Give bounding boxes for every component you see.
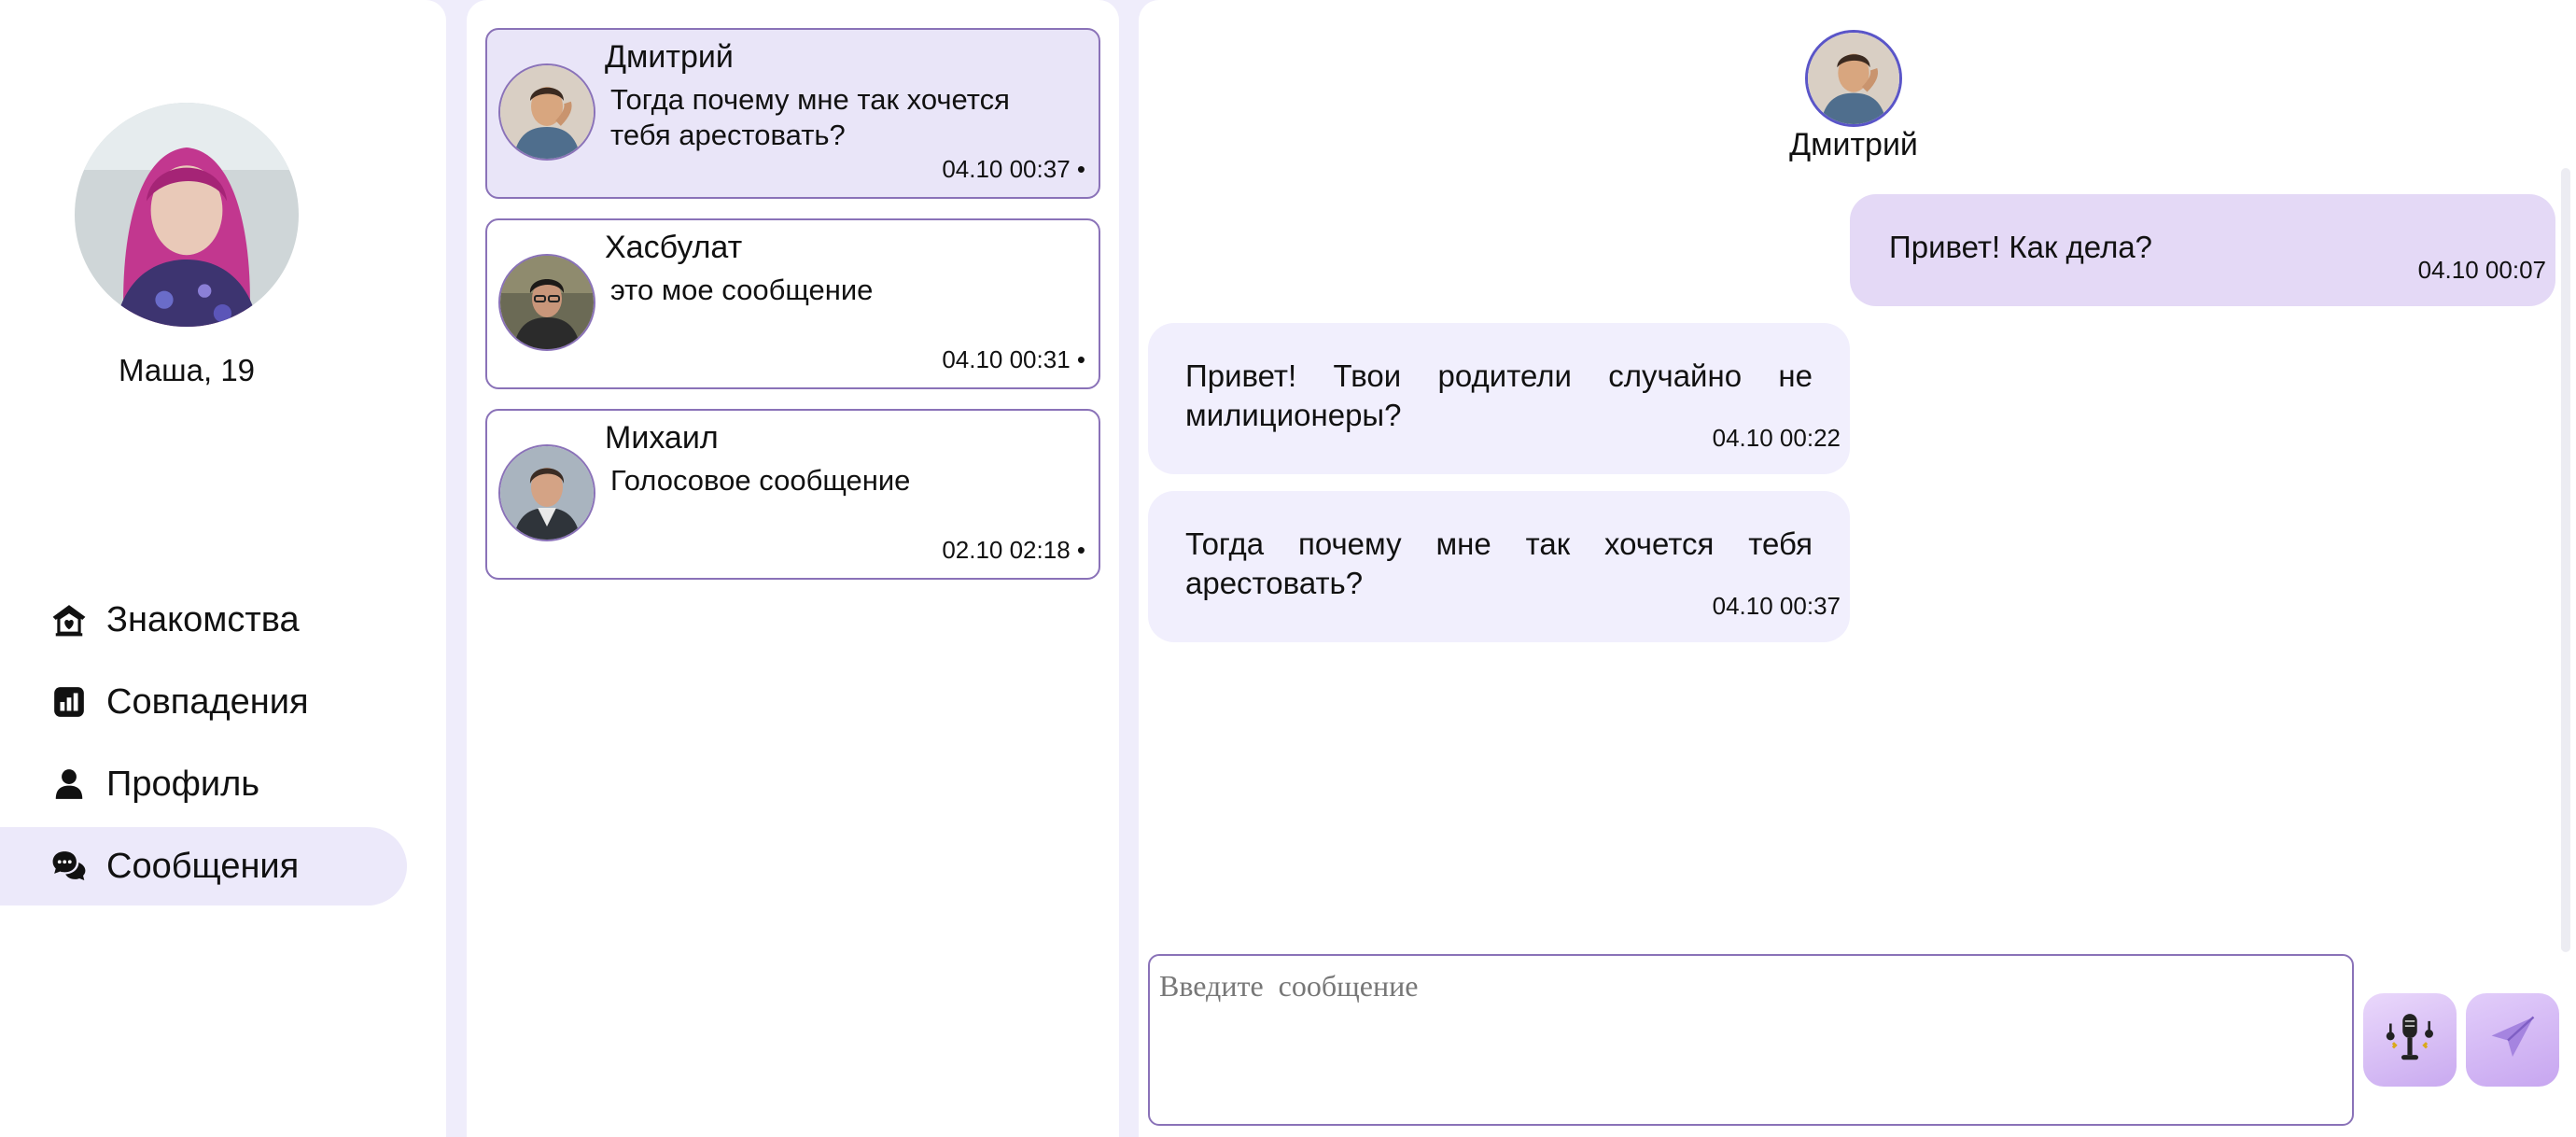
chat-time: 04.10 00:37 — [942, 155, 1085, 184]
message-time: 04.10 00:07 — [2417, 256, 2546, 284]
nav-item-profile[interactable]: Профиль — [0, 745, 407, 823]
chat-preview: Голосовое сообщение — [610, 464, 911, 497]
person-icon — [50, 765, 88, 803]
conversation-scrollbar[interactable] — [2561, 168, 2570, 952]
message-bubble-outgoing: Привет! Как дела? 04.10 00:07 — [1850, 194, 2555, 306]
avatar — [498, 63, 595, 161]
profile-name: Маша, 19 — [118, 353, 256, 387]
nav-item-label: Совпадения — [106, 681, 309, 722]
chat-card[interactable]: Дмитрий Тогда почему мне так хочется теб… — [485, 28, 1100, 199]
nav-item-label: Профиль — [106, 764, 260, 804]
chat-bubbles-icon — [50, 848, 88, 885]
chat-name: Дмитрий — [605, 39, 734, 75]
message-time: 04.10 00:37 — [1712, 592, 1841, 620]
bar-chart-icon — [50, 683, 88, 721]
profile-avatar[interactable] — [75, 103, 299, 327]
chat-preview: это мое сообщение — [610, 274, 874, 306]
message-bubble-incoming: Привет! Твои родители случайно не милици… — [1148, 323, 1850, 474]
message-bubble-incoming: Тогда почему мне так хочется тебя аресто… — [1148, 491, 1850, 642]
nav-item-label: Сообщения — [106, 846, 300, 886]
microphone-icon — [2381, 1009, 2439, 1072]
send-icon — [2485, 1010, 2541, 1071]
voice-message-button[interactable] — [2363, 993, 2457, 1087]
chat-card[interactable]: Хасбулат это мое сообщение 04.10 00:31 — [485, 218, 1100, 389]
message-input[interactable] — [1148, 954, 2354, 1126]
avatar — [498, 254, 595, 351]
conversation-avatar[interactable] — [1805, 30, 1902, 127]
avatar — [498, 444, 595, 541]
nav-item-messages[interactable]: Сообщения — [0, 827, 407, 905]
nav-item-label: Знакомства — [106, 599, 300, 639]
chat-preview: Тогда почему мне так хочется тебя аресто… — [610, 83, 1010, 151]
chat-name: Михаил — [605, 420, 719, 456]
chat-name: Хасбулат — [605, 230, 743, 265]
send-button[interactable] — [2466, 993, 2559, 1087]
nav-item-dating[interactable]: Знакомства — [0, 581, 407, 659]
home-heart-icon — [50, 601, 88, 639]
nav-item-matches[interactable]: Совпадения — [0, 663, 407, 741]
chat-time: 02.10 02:18 — [942, 536, 1085, 565]
chat-card[interactable]: Михаил Голосовое сообщение 02.10 02:18 — [485, 409, 1100, 580]
message-time: 04.10 00:22 — [1712, 424, 1841, 452]
chat-time: 04.10 00:31 — [942, 345, 1085, 374]
conversation-partner-name: Дмитрий — [1789, 127, 1918, 162]
sidebar: Маша, 19 Знакомства Совпадения Профиль С… — [0, 0, 446, 1137]
